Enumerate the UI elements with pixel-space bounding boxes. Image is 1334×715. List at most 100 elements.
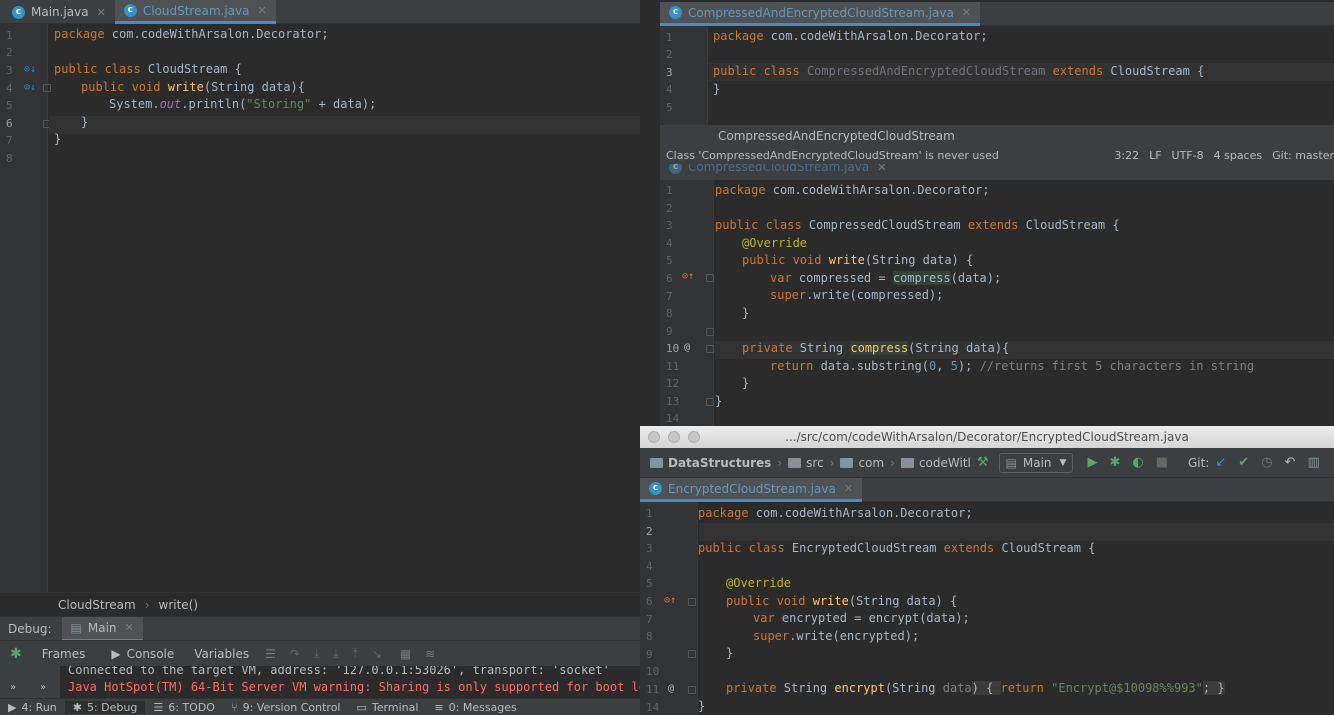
debug-tool-button[interactable]: ✱ 5: Debug [64,700,146,714]
fold-icon[interactable] [688,686,696,694]
run-config-select[interactable]: ▤ Main ▼ [998,452,1074,473]
code-line-5[interactable]: @Override [726,576,791,590]
frames-tab[interactable]: Frames [42,647,86,661]
code-line-6[interactable]: public void write(String data) { [726,594,957,608]
code-line-1[interactable]: package com.codeWithArsalon.Decorator; [698,506,973,520]
fold-icon[interactable] [706,328,714,336]
step-over-icon[interactable]: ↷ [290,647,300,661]
code-line-10[interactable]: private String compress(String data){ [742,341,1009,355]
tab-main-java[interactable]: c Main.java ✕ [0,0,115,24]
code-line-3[interactable]: public class CompressedCloudStream exten… [715,218,1120,232]
debug-icon[interactable]: ✱ [1109,455,1120,470]
code-line-4[interactable]: @Override [742,236,807,250]
code-line-8[interactable]: super.write(encrypted); [753,629,919,643]
code-line-1[interactable]: package com.codeWithArsalon.Decorator; [713,29,988,43]
code-line-12[interactable]: } [742,376,749,390]
close-icon[interactable]: ✕ [877,164,886,174]
split-divider[interactable] [655,0,660,426]
code-line-9[interactable]: } [726,646,733,660]
code-line-11[interactable]: return data.substring(0, 5); //returns f… [770,359,1254,373]
menu-icon[interactable]: ☰ [265,647,276,661]
code-line-1[interactable]: package com.codeWithArsalon.Decorator; [715,183,990,197]
version-control-tool-button[interactable]: ⑂ 9: Version Control [223,701,349,714]
code-line-6[interactable]: } [81,115,88,129]
tab-compressed-cloudstream[interactable]: c CompressedCloudStream.java ✕ [660,164,1334,175]
nav-com[interactable]: com [858,456,884,470]
recursive-call-icon[interactable]: @ [668,683,674,694]
tab-cloudstream-java[interactable]: c CloudStream.java ✕ [114,0,276,24]
close-window-button[interactable] [648,431,660,443]
run-icon[interactable]: ▶ [1087,455,1097,470]
window-titlebar[interactable]: .../src/com/codeWithArsalon/Decorator/En… [640,426,1334,448]
git-history-icon[interactable]: ◷ [1261,455,1272,470]
bug-icon[interactable]: ✱ [10,646,22,662]
code-line-6[interactable]: var compressed = compress(data); [770,271,1001,285]
close-icon[interactable]: ✕ [257,4,266,17]
code-line-7[interactable]: super.write(compressed); [770,288,943,302]
fold-icon[interactable] [706,398,714,406]
code-line-8[interactable]: } [742,306,749,320]
close-icon[interactable]: ✕ [844,482,853,495]
variables-tab[interactable]: Variables [194,647,249,661]
git-commit-icon[interactable]: ✔ [1238,455,1249,470]
git-rollback-icon[interactable]: ↶ [1285,455,1296,470]
code-line-1[interactable]: package com.codeWithArsalon.Decorator; [54,27,329,41]
code-line-4[interactable]: public void write(String data){ [81,80,305,94]
close-icon[interactable]: ✕ [125,621,134,634]
overridden-icon[interactable]: ⊙↓ [24,82,36,93]
run-to-cursor-icon[interactable]: ↘ [372,647,382,661]
close-icon[interactable]: ✕ [962,6,971,19]
code-line-3[interactable]: public class CompressedAndEncryptedCloud… [713,64,1204,78]
nav-project[interactable]: DataStructures [668,456,771,470]
close-icon[interactable]: ✕ [97,6,106,19]
todo-tool-button[interactable]: ☰ 6: TODO [145,701,223,714]
force-step-into-icon[interactable]: ⤓ [333,646,338,661]
fold-icon[interactable] [706,274,714,282]
project-structure-icon[interactable]: ▥ [1307,455,1319,470]
console-tab[interactable]: Console [127,647,175,661]
breadcrumb-class[interactable]: CloudStream [58,598,136,612]
stop-icon[interactable]: ■ [1156,455,1168,470]
step-into-icon[interactable]: ⤓ [314,646,319,661]
overridden-icon[interactable]: ⊙↓ [24,64,36,75]
minimize-window-button[interactable] [668,431,680,443]
code-line-7[interactable]: var encrypted = encrypt(data); [753,611,970,625]
git-branch[interactable]: Git: master [1272,149,1334,162]
fold-icon[interactable] [706,345,714,353]
code-line-5[interactable]: public void write(String data) { [742,253,973,267]
code-line-4[interactable]: } [713,82,720,96]
trace-icon[interactable]: ≋ [425,647,435,661]
terminal-tool-button[interactable]: ▭ Terminal [349,701,427,714]
overrides-icon[interactable]: ⊙↑ [664,595,676,606]
folded-region[interactable]: ; } [1202,681,1225,695]
code-line-3[interactable]: public class EncryptedCloudStream extend… [698,541,1095,555]
debug-session-tab[interactable]: ▤ Main ✕ [61,616,143,641]
breadcrumb-method[interactable]: write() [159,598,199,612]
run-tool-button[interactable]: ▶ 4: Run [0,701,65,714]
code-line-3[interactable]: public class CloudStream { [54,62,242,76]
expand-icon[interactable]: » [40,682,46,693]
tab-compressed-and-encrypted[interactable]: c CompressedAndEncryptedCloudStream.java… [660,2,981,26]
caret-position[interactable]: 3:22 [1114,149,1139,162]
nav-src[interactable]: src [806,456,824,470]
code-line-5[interactable]: System.out.println("Storing" + data); [109,97,376,111]
overrides-icon[interactable]: ⊙↑ [682,271,694,282]
build-icon[interactable]: ⚒ [977,455,989,470]
indent-setting[interactable]: 4 spaces [1214,149,1263,162]
coverage-icon[interactable]: ◐ [1132,455,1143,470]
recursive-call-icon[interactable]: @ [684,342,690,353]
git-update-icon[interactable]: ↙ [1215,455,1226,470]
nav-package[interactable]: codeWitl [919,456,971,470]
code-line-11[interactable]: private String encrypt(String data) { re… [726,681,1225,695]
fold-icon[interactable] [688,650,696,658]
line-separator[interactable]: LF [1149,149,1161,162]
folded-region[interactable]: ) { [971,681,1001,695]
file-encoding[interactable]: UTF-8 [1172,149,1204,162]
fold-icon[interactable] [688,598,696,606]
messages-tool-button[interactable]: ≡ 0: Messages [426,701,524,714]
tab-encrypted-cloudstream[interactable]: c EncryptedCloudStream.java ✕ [640,478,863,502]
step-out-icon[interactable]: ⤒ [353,646,358,661]
expand-icon[interactable]: » [10,682,16,693]
zoom-window-button[interactable] [688,431,700,443]
code-line-13[interactable]: } [715,394,722,408]
